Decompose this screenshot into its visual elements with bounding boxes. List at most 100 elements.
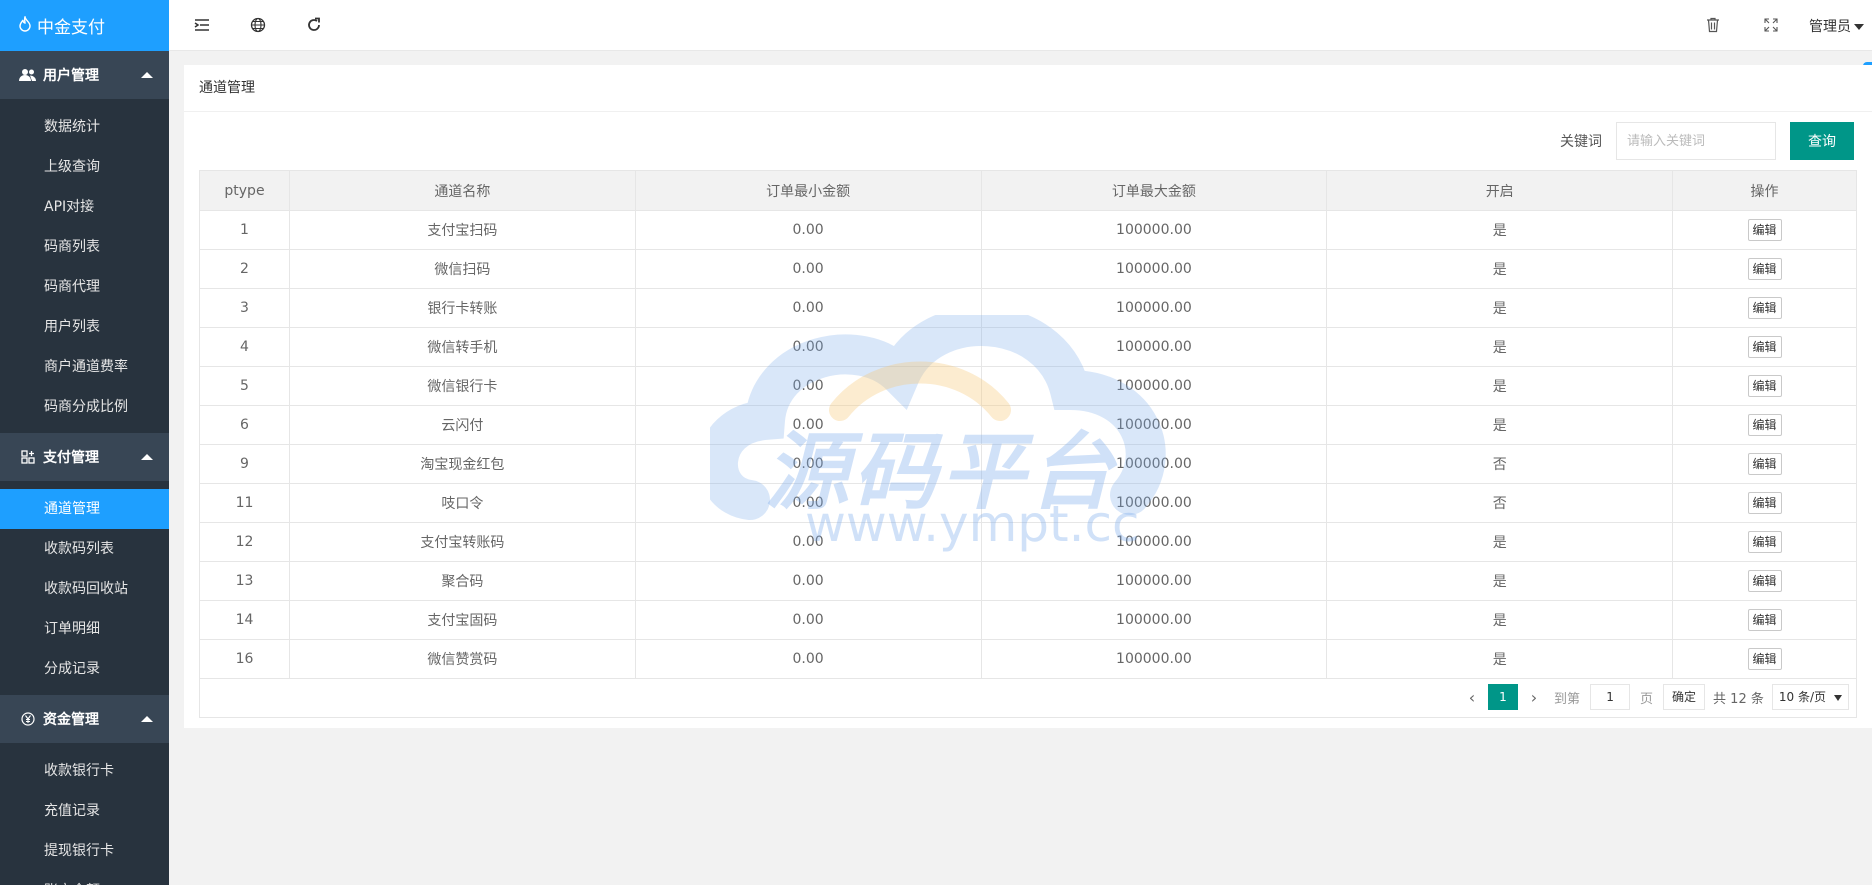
column-header: 开启 [1326,170,1674,211]
sidebar-item[interactable]: 账户余额 [0,871,169,885]
edit-button[interactable]: 编辑 [1747,648,1782,670]
table-cell: 100000.00 [980,483,1328,523]
menu-collapse-icon[interactable] [191,14,213,36]
table-cell: 是 [1326,639,1674,679]
table-cell-actions: 编辑 [1672,639,1857,679]
brand-logo[interactable]: 中金支付 [0,0,169,51]
top-header: 管理员 [169,0,1872,51]
sidebar-item[interactable]: 码商代理 [0,267,169,307]
table-cell: 支付宝转账码 [288,522,636,562]
edit-button[interactable]: 编辑 [1747,531,1782,553]
table-cell: 5 [199,366,290,406]
sidebar-item[interactable]: 商户通道费率 [0,347,169,387]
table-cell-actions: 编辑 [1672,327,1857,367]
globe-icon[interactable] [247,14,269,36]
sidebar-group-title: 用户管理 [43,68,99,84]
column-header: ptype [199,170,290,211]
sidebar-item[interactable]: 上级查询 [0,147,169,187]
table-cell: 银行卡转账 [288,288,636,328]
sidebar-item[interactable]: 用户列表 [0,307,169,347]
search-label: 关键词 [1560,134,1602,150]
table-row: 14 支付宝固码 0.00 100000.00 是 编辑 [199,600,1857,640]
sidebar-item[interactable]: 分成记录 [0,649,169,689]
table-cell-actions: 编辑 [1672,366,1857,406]
table-cell: 是 [1326,600,1674,640]
table-cell-actions: 编辑 [1672,483,1857,523]
sidebar-item[interactable]: 提现银行卡 [0,831,169,871]
table-cell: 0.00 [634,249,982,289]
sidebar-item[interactable]: 数据统计 [0,107,169,147]
goto-page-input[interactable]: 1 [1590,684,1631,710]
keyword-input[interactable] [1616,122,1776,160]
edit-button[interactable]: 编辑 [1747,375,1782,397]
sidebar-item[interactable]: 收款码回收站 [0,569,169,609]
table-cell: 100000.00 [980,639,1328,679]
sidebar-item[interactable]: 码商列表 [0,227,169,267]
yen-icon [19,710,37,728]
prev-page-icon[interactable]: ‹ [1462,688,1482,707]
table-cell: 0.00 [634,405,982,445]
edit-button[interactable]: 编辑 [1747,453,1782,475]
table-cell: 微信赞赏码 [288,639,636,679]
table-cell: 0.00 [634,327,982,367]
edit-button[interactable]: 编辑 [1747,258,1782,280]
edit-button[interactable]: 编辑 [1747,297,1782,319]
sidebar-item[interactable]: 码商分成比例 [0,387,169,427]
refresh-icon[interactable] [303,14,325,36]
table-cell: 100000.00 [980,327,1328,367]
table-row: 1 支付宝扫码 0.00 100000.00 是 编辑 [199,210,1857,250]
table-cell: 100000.00 [980,561,1328,601]
edit-button[interactable]: 编辑 [1747,414,1782,436]
current-page[interactable]: 1 [1488,684,1518,710]
table-cell: 9 [199,444,290,484]
sidebar-group-1[interactable]: 支付管理 [0,433,169,481]
table-cell: 是 [1326,288,1674,328]
table-cell: 100000.00 [980,249,1328,289]
table-cell: 聚合码 [288,561,636,601]
chevron-down-icon [1834,694,1842,701]
table-cell: 3 [199,288,290,328]
table-cell: 淘宝现金红包 [288,444,636,484]
goto-label: 到第 [1554,691,1581,707]
table-body: 1 支付宝扫码 0.00 100000.00 是编辑 2 微信扫码 0.00 100000.00… [199,210,1857,679]
next-page-icon[interactable]: › [1524,688,1544,707]
sidebar-item[interactable]: 收款银行卡 [0,751,169,791]
admin-user-menu[interactable]: 管理员 [1809,16,1864,36]
confirm-page-button[interactable]: 确定 [1663,684,1706,710]
sidebar-group-0[interactable]: 用户管理 [0,51,169,99]
table-cell: 2 [199,249,290,289]
table-cell: 微信银行卡 [288,366,636,406]
edit-button[interactable]: 编辑 [1747,609,1782,631]
fullscreen-icon[interactable] [1760,14,1782,36]
trash-icon[interactable] [1702,14,1724,36]
column-header: 订单最大金额 [980,170,1328,211]
table-cell: 是 [1326,522,1674,562]
table-row: 16 微信赞赏码 0.00 100000.00 是 编辑 [199,639,1857,679]
sidebar-item[interactable]: 通道管理 [0,489,169,529]
sidebar-group-items: 收款银行卡充值记录提现银行卡账户余额 [0,743,169,885]
table-cell: 是 [1326,405,1674,445]
main-card: 通道管理 关键词 查询 ptype通道名称订单最小金额订单最大金额开启操作 1支… [184,65,1872,728]
table-cell: 100000.00 [980,522,1328,562]
pagination: ‹ 1 › 到第 1 页 确定 共 12 条 10 条/页 [1456,684,1849,710]
edit-button[interactable]: 编辑 [1747,219,1782,241]
sidebar-item[interactable]: 充值记录 [0,791,169,831]
edit-button[interactable]: 编辑 [1747,570,1782,592]
sidebar-group-2[interactable]: 资金管理 [0,695,169,743]
sidebar-item[interactable]: 收款码列表 [0,529,169,569]
table-row: 12 支付宝转账码 0.00 100000.00 是 编辑 [199,522,1857,562]
table-cell: 0.00 [634,561,982,601]
sidebar-item[interactable]: 订单明细 [0,609,169,649]
table-cell: 0.00 [634,444,982,484]
edit-button[interactable]: 编辑 [1747,492,1782,514]
sidebar-item[interactable]: API对接 [0,187,169,227]
page-size-select[interactable]: 10 条/页 [1771,684,1849,710]
table-row: 2 微信扫码 0.00 100000.00 是 编辑 [199,249,1857,289]
table-cell-actions: 编辑 [1672,288,1857,328]
table-cell: 0.00 [634,483,982,523]
column-header: 通道名称 [288,170,636,211]
edit-button[interactable]: 编辑 [1747,336,1782,358]
query-button[interactable]: 查询 [1790,122,1854,160]
table-cell: 0.00 [634,288,982,328]
total-count: 共 12 条 [1713,691,1764,707]
